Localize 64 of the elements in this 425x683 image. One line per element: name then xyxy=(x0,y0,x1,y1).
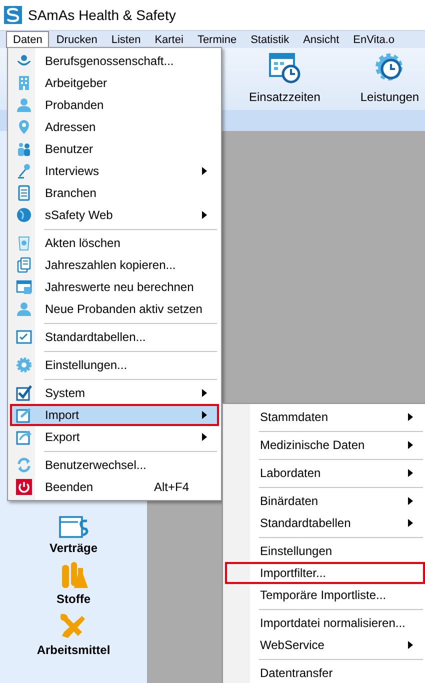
menu-item[interactable]: Standardtabellen xyxy=(225,512,425,534)
menu-item[interactable]: Importdatei normalisieren... xyxy=(225,612,425,634)
nav-button[interactable]: Arbeitsmittel xyxy=(36,612,110,657)
menu-item[interactable]: WebService xyxy=(225,634,425,656)
export-icon xyxy=(16,429,32,445)
menu-item[interactable]: Standardtabellen... xyxy=(10,326,219,348)
gear-icon xyxy=(16,357,32,373)
menu-item[interactable]: Labordaten xyxy=(225,462,425,484)
shortcut-label: Alt+F4 xyxy=(154,480,189,494)
trash-icon xyxy=(16,235,32,251)
menu-item[interactable]: Temporäre Importliste... xyxy=(225,584,425,606)
menu-item[interactable]: Einstellungen... xyxy=(10,354,219,376)
menu-item[interactable]: Einstellungen xyxy=(225,540,425,562)
app-logo-icon xyxy=(4,6,22,24)
menu-item[interactable]: Import xyxy=(10,404,219,426)
menu-bar-item[interactable]: Termine xyxy=(190,31,244,48)
menu-bar-item[interactable]: EnVita.o xyxy=(346,31,402,48)
menu-item[interactable]: sSafety Web xyxy=(10,204,219,226)
menu-item[interactable]: Probanden xyxy=(10,94,219,116)
menu-item[interactable]: Binärdaten xyxy=(225,490,425,512)
refresh-icon xyxy=(16,457,32,473)
globe-icon xyxy=(16,207,32,223)
copy-icon xyxy=(16,257,32,273)
menu-bar-item[interactable]: Ansicht xyxy=(296,31,346,48)
menu-item[interactable]: Jahreswerte neu berechnen xyxy=(10,276,219,298)
menu-item[interactable]: Interviews xyxy=(10,160,219,182)
microphone-icon xyxy=(16,163,32,179)
menu-item[interactable]: Benutzer xyxy=(10,138,219,160)
menu-item[interactable]: Branchen xyxy=(10,182,219,204)
menu-item[interactable]: Berufsgenossenschaft... xyxy=(10,50,219,72)
checkbox-icon xyxy=(16,329,32,345)
nav-button[interactable]: Verträge xyxy=(49,516,98,555)
menu-item[interactable]: System xyxy=(10,382,219,404)
menu-bar-item[interactable]: Listen xyxy=(104,31,148,48)
document-icon xyxy=(16,185,32,201)
checkbox-icon xyxy=(16,385,32,401)
menu-item[interactable]: Datentransfer xyxy=(225,662,425,683)
person-icon xyxy=(16,301,32,317)
people-icon xyxy=(16,141,32,157)
window-title: SAmAs Health & Safety xyxy=(28,7,176,23)
menu-item[interactable]: Arbeitgeber xyxy=(10,72,219,94)
person-icon xyxy=(16,97,32,113)
menu-bar-item[interactable]: Kartei xyxy=(148,31,190,48)
menu-item[interactable]: Adressen xyxy=(10,116,219,138)
import-icon xyxy=(16,407,32,423)
toolbar-button[interactable]: Einsatzzeiten xyxy=(249,52,320,104)
table-icon xyxy=(16,279,32,295)
menu-item[interactable]: Benutzerwechsel... xyxy=(10,454,219,476)
menu-item[interactable]: Akten löschen xyxy=(10,232,219,254)
menu-item[interactable]: Stammdaten xyxy=(225,406,425,428)
menu-item[interactable]: Neue Probanden aktiv setzen xyxy=(10,298,219,320)
menu-item[interactable]: Jahreszahlen kopieren... xyxy=(10,254,219,276)
toolbar-button[interactable]: Leistungen xyxy=(360,52,420,104)
menu-item[interactable]: Beenden Alt+F4 xyxy=(10,476,219,498)
menu-bar-item[interactable]: Statistik xyxy=(244,31,296,48)
calendar-clock-icon xyxy=(268,52,301,84)
menu-bar-item[interactable]: Drucken xyxy=(49,31,104,48)
power-icon xyxy=(16,479,32,495)
menu-bar-item[interactable]: Daten xyxy=(6,31,50,48)
contract-icon xyxy=(58,516,88,538)
nav-button[interactable]: Stoffe xyxy=(56,561,90,606)
menu-item[interactable]: Export xyxy=(10,426,219,448)
menu-item[interactable]: Medizinische Daten xyxy=(225,434,425,456)
menu-item[interactable]: Importfilter... xyxy=(225,562,425,584)
